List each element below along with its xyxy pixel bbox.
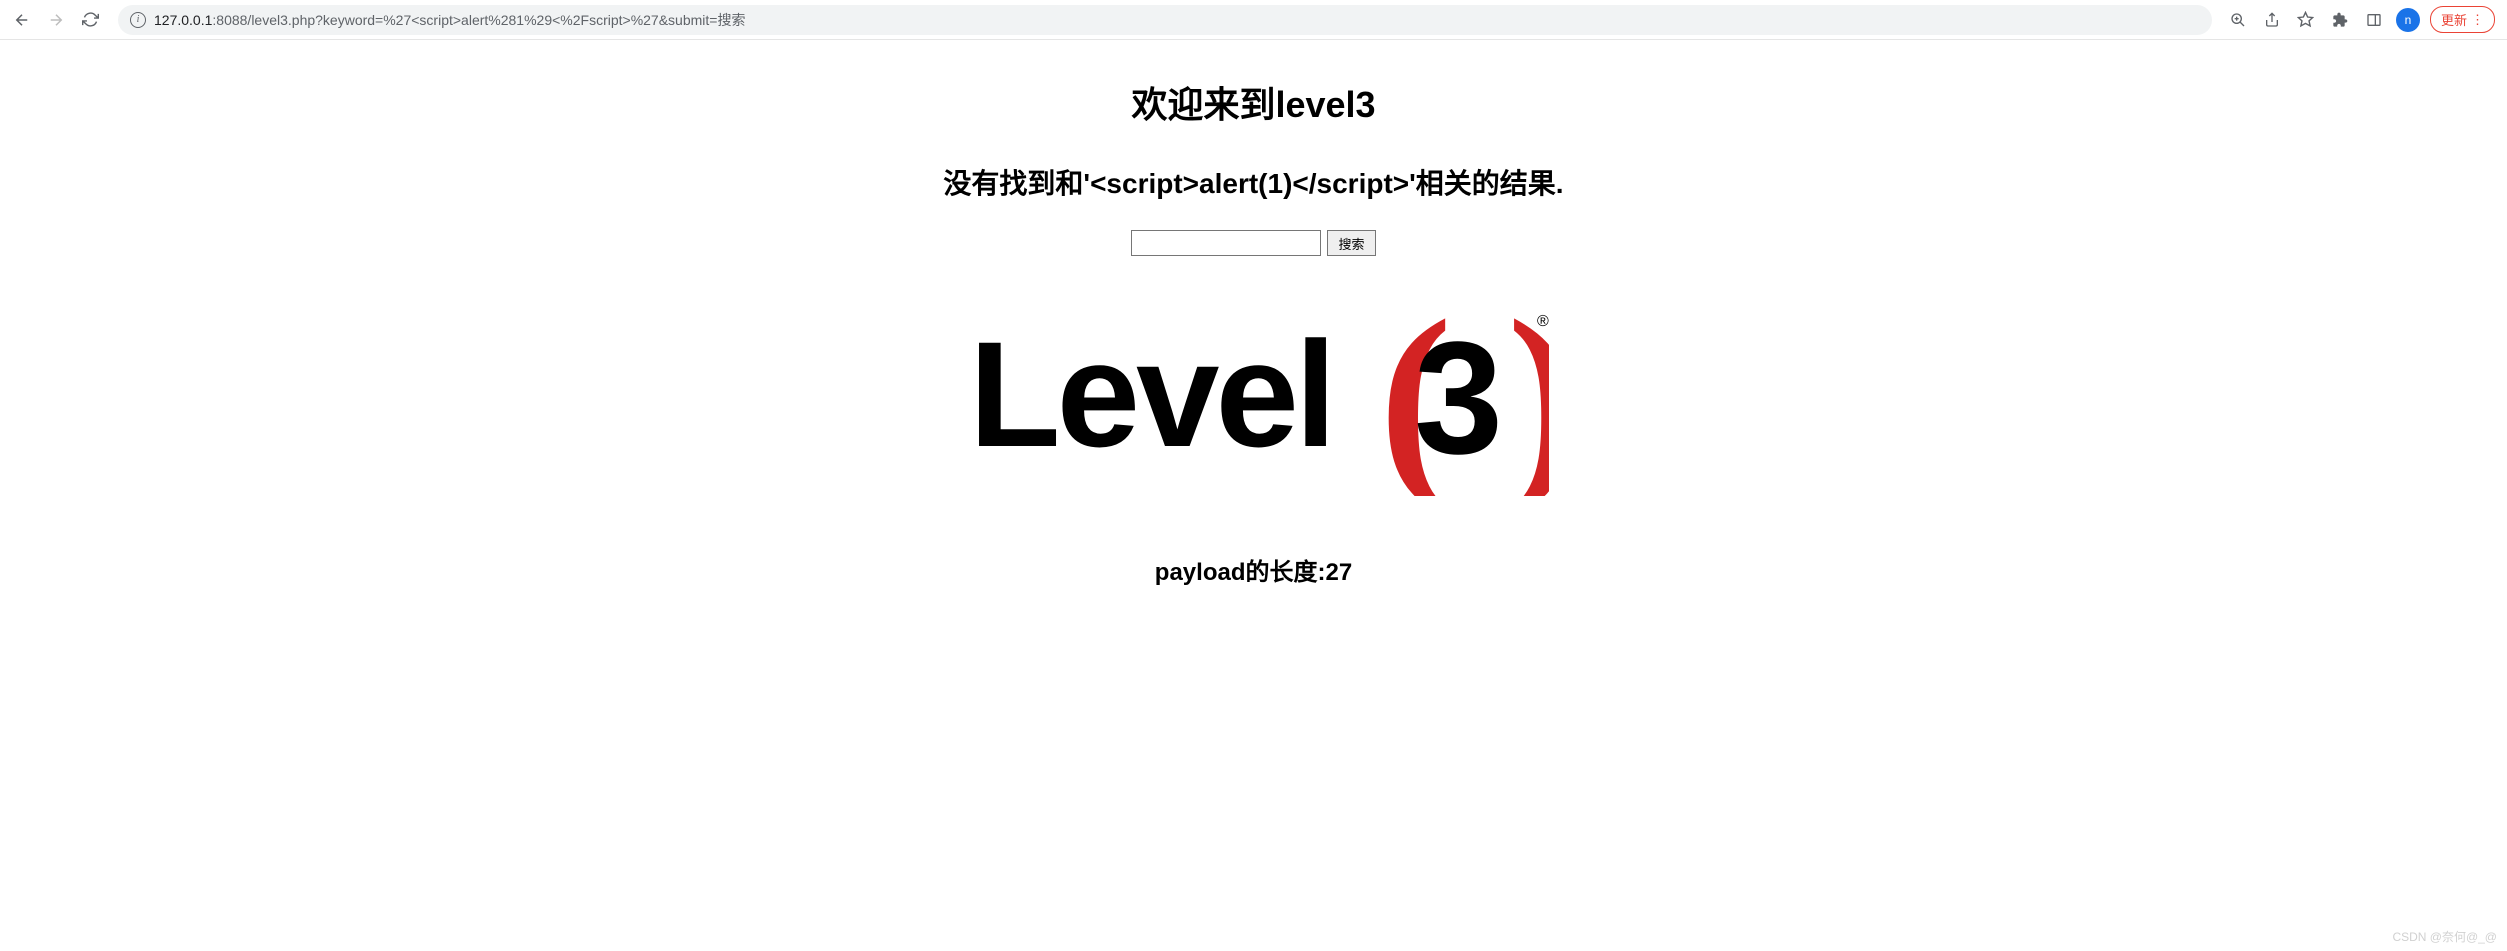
arrow-right-icon [47, 11, 65, 29]
logo-three-text: 3 [1414, 308, 1503, 487]
extensions-icon[interactable] [2328, 8, 2352, 32]
page-content: 欢迎来到level3 没有找到和'<script>alert(1)</scrip… [0, 40, 2507, 587]
address-bar[interactable]: i 127.0.0.1:8088/level3.php?keyword=%27<… [118, 5, 2212, 35]
update-button[interactable]: 更新 ⋮ [2430, 6, 2495, 33]
search-input[interactable] [1131, 230, 1321, 256]
toolbar-right: n 更新 ⋮ [2226, 6, 2499, 33]
level3-logo: Level ( 3 ) ® [0, 296, 2507, 496]
search-result-message: 没有找到和'<script>alert(1)</script>'相关的结果. [0, 162, 2507, 202]
avatar-letter: n [2405, 13, 2412, 27]
search-form: 搜索 [0, 230, 2507, 256]
logo-registered-mark: ® [1537, 313, 1549, 330]
profile-avatar[interactable]: n [2396, 8, 2420, 32]
search-button[interactable]: 搜索 [1327, 230, 1375, 256]
arrow-left-icon [13, 11, 31, 29]
info-icon[interactable]: i [130, 12, 146, 28]
level3-logo-svg: Level ( 3 ) ® [959, 296, 1549, 496]
side-panel-icon[interactable] [2362, 8, 2386, 32]
reload-button[interactable] [76, 6, 104, 34]
url-path: :8088/level3.php?keyword=%27<script>aler… [212, 12, 745, 28]
logo-level-text: Level [969, 310, 1333, 478]
url-host: 127.0.0.1 [154, 12, 212, 28]
bookmark-star-icon[interactable] [2294, 8, 2318, 32]
zoom-icon[interactable] [2226, 8, 2250, 32]
browser-toolbar: i 127.0.0.1:8088/level3.php?keyword=%27<… [0, 0, 2507, 40]
share-icon[interactable] [2260, 8, 2284, 32]
url-display: 127.0.0.1:8088/level3.php?keyword=%27<sc… [154, 10, 745, 30]
watermark: CSDN @奈何@_@ [2392, 928, 2497, 945]
payload-length: payload的长度:27 [0, 552, 2507, 587]
reload-icon [82, 11, 99, 28]
forward-button[interactable] [42, 6, 70, 34]
update-label: 更新 [2441, 10, 2467, 29]
page-title: 欢迎来到level3 [0, 76, 2507, 128]
menu-dots-icon: ⋮ [2471, 13, 2484, 26]
back-button[interactable] [8, 6, 36, 34]
